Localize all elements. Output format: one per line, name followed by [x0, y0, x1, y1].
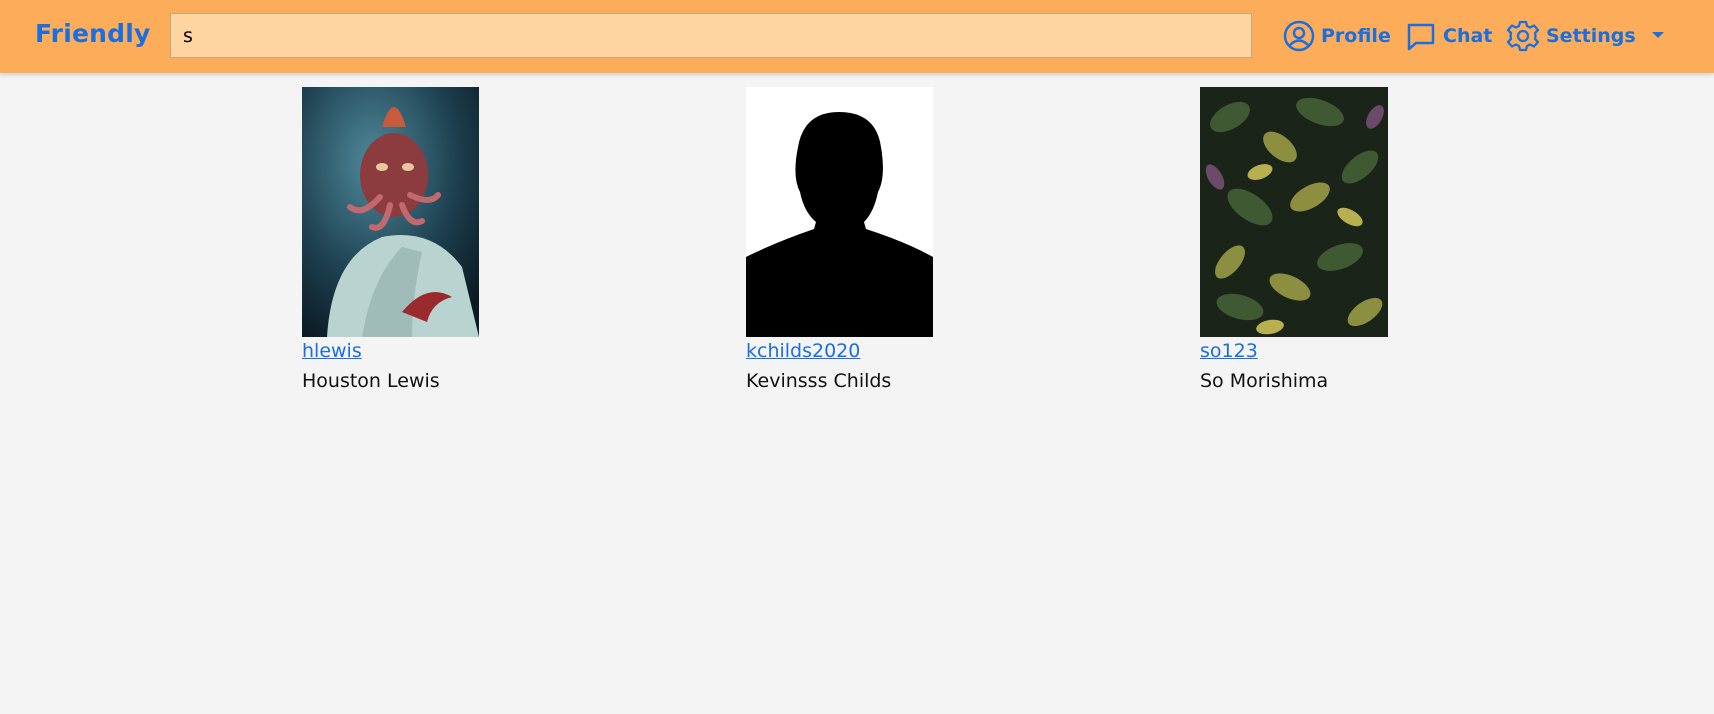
profile-nav-link[interactable]: Profile	[1283, 20, 1391, 52]
chat-label: Chat	[1443, 25, 1493, 47]
settings-label: Settings	[1546, 25, 1636, 47]
username-link[interactable]: hlewis	[302, 340, 362, 362]
chat-nav-link[interactable]: Chat	[1405, 20, 1492, 52]
user-full-name: So Morishima	[1200, 370, 1329, 392]
user-result-card: hlewis Houston Lewis	[302, 87, 479, 392]
user-full-name: Houston Lewis	[302, 370, 440, 392]
username-link[interactable]: so123	[1200, 340, 1258, 362]
search-input[interactable]	[170, 13, 1252, 58]
chevron-down-icon	[1651, 32, 1664, 38]
profile-label: Profile	[1321, 25, 1391, 47]
gear-icon	[1506, 20, 1540, 52]
user-circle-icon	[1283, 20, 1315, 52]
user-full-name: Kevinsss Childs	[746, 370, 892, 392]
user-result-card: kchilds2020 Kevinsss Childs	[746, 87, 933, 392]
top-navbar: Friendly Profile Chat Settings	[0, 0, 1714, 73]
user-result-card: so123 So Morishima	[1200, 87, 1388, 392]
username-link[interactable]: kchilds2020	[746, 340, 860, 362]
user-avatar-image[interactable]	[746, 87, 933, 337]
settings-dropdown-toggle[interactable]: Settings	[1506, 20, 1664, 52]
user-avatar-image[interactable]	[1200, 87, 1388, 337]
user-avatar-image[interactable]	[302, 87, 479, 337]
brand-logo-link[interactable]: Friendly	[35, 19, 151, 48]
chat-bubble-icon	[1407, 23, 1435, 51]
